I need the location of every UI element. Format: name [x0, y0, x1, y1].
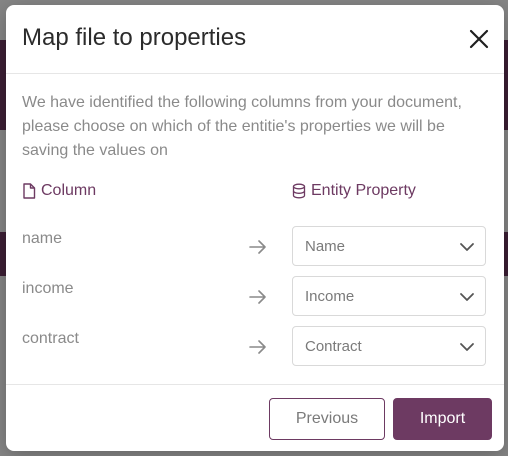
chevron-down-icon	[460, 343, 474, 351]
file-icon	[23, 183, 36, 199]
arrow-right-icon	[249, 240, 266, 254]
chevron-down-icon	[460, 243, 474, 251]
arrow-right-icon	[249, 340, 266, 354]
property-select[interactable]: Contract	[292, 326, 486, 366]
property-select-value: Income	[305, 288, 355, 305]
close-button[interactable]	[466, 26, 492, 52]
dialog-footer: Previous Import	[6, 384, 504, 451]
import-button[interactable]: Import	[393, 398, 492, 440]
column-name-label: contract	[22, 330, 79, 347]
mapping-row: name Name	[6, 226, 504, 268]
property-select[interactable]: Name	[292, 226, 486, 266]
intro-text: We have identified the following columns…	[22, 94, 462, 159]
dialog-title: Map file to properties	[22, 24, 247, 51]
dialog-header: Map file to properties	[6, 5, 504, 74]
column-header: Column	[22, 181, 96, 201]
close-icon	[469, 29, 489, 49]
map-file-dialog: Map file to properties We have identifie…	[6, 5, 504, 451]
column-name-label: name	[22, 230, 63, 247]
column-header-label: Column	[41, 182, 97, 199]
mapping-row: contract Contract	[6, 326, 504, 368]
database-icon	[292, 183, 306, 199]
column-name-label: income	[22, 280, 74, 297]
entity-property-header-label: Entity Property	[311, 182, 416, 199]
previous-button[interactable]: Previous	[269, 398, 385, 440]
chevron-down-icon	[460, 293, 474, 301]
property-select[interactable]: Income	[292, 276, 486, 316]
mapping-row: income Income	[6, 276, 504, 318]
property-select-value: Name	[305, 238, 346, 255]
entity-property-header: Entity Property	[292, 181, 416, 201]
property-select-value: Contract	[305, 338, 362, 355]
arrow-right-icon	[249, 290, 266, 304]
